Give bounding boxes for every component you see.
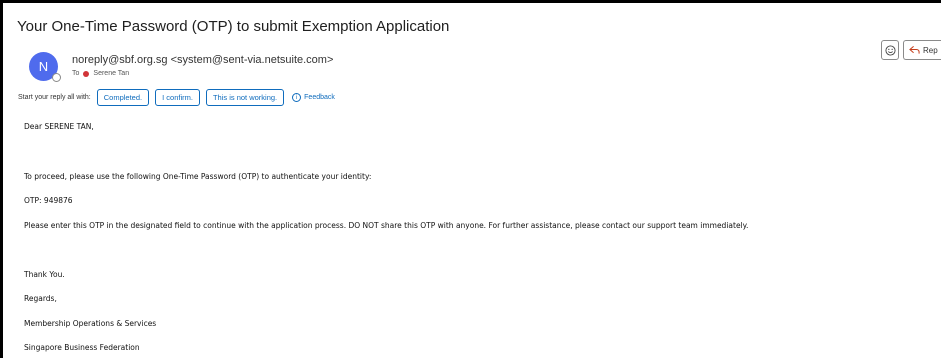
feedback-link[interactable]: i Feedback: [292, 93, 335, 102]
signature-organization: Singapore Business Federation: [24, 343, 140, 352]
email-subject: Your One-Time Password (OTP) to submit E…: [17, 18, 450, 35]
suggested-replies-bar: Start your reply all with: Completed. I …: [18, 89, 335, 106]
sender-address[interactable]: noreply@sbf.org.sg <system@sent-via.nets…: [72, 54, 333, 66]
reply-button[interactable]: Rep: [903, 40, 941, 60]
presence-status-icon: [52, 73, 61, 82]
message-actions: Rep: [881, 40, 941, 60]
email-greeting: Dear SERENE TAN,: [24, 122, 94, 131]
email-intro: To proceed, please use the following One…: [24, 172, 372, 181]
recipient-line: To Serene Tan: [72, 70, 129, 77]
email-thanks: Thank You.: [24, 270, 65, 279]
recipient-status-dot-icon: [83, 70, 90, 77]
email-regards: Regards,: [24, 294, 57, 303]
info-icon: i: [292, 93, 302, 102]
to-label: To: [72, 70, 80, 77]
suggested-reply-completed[interactable]: Completed.: [96, 89, 150, 106]
avatar-initial: N: [38, 59, 49, 74]
feedback-label: Feedback: [304, 94, 335, 101]
suggested-reply-confirm[interactable]: I confirm.: [155, 89, 200, 106]
recipient-name[interactable]: Serene Tan: [93, 70, 129, 77]
reply-label: Rep: [923, 45, 938, 55]
reply-arrow-icon: [909, 45, 920, 54]
signature-department: Membership Operations & Services: [24, 319, 157, 328]
emoji-reaction-button[interactable]: [881, 40, 899, 60]
suggested-replies-prompt: Start your reply all with:: [18, 94, 91, 101]
otp-code: OTP: 949876: [24, 196, 73, 205]
email-instruction: Please enter this OTP in the designated …: [24, 221, 749, 230]
smiley-icon: [884, 44, 896, 56]
suggested-reply-not-working[interactable]: This is not working.: [205, 89, 285, 106]
